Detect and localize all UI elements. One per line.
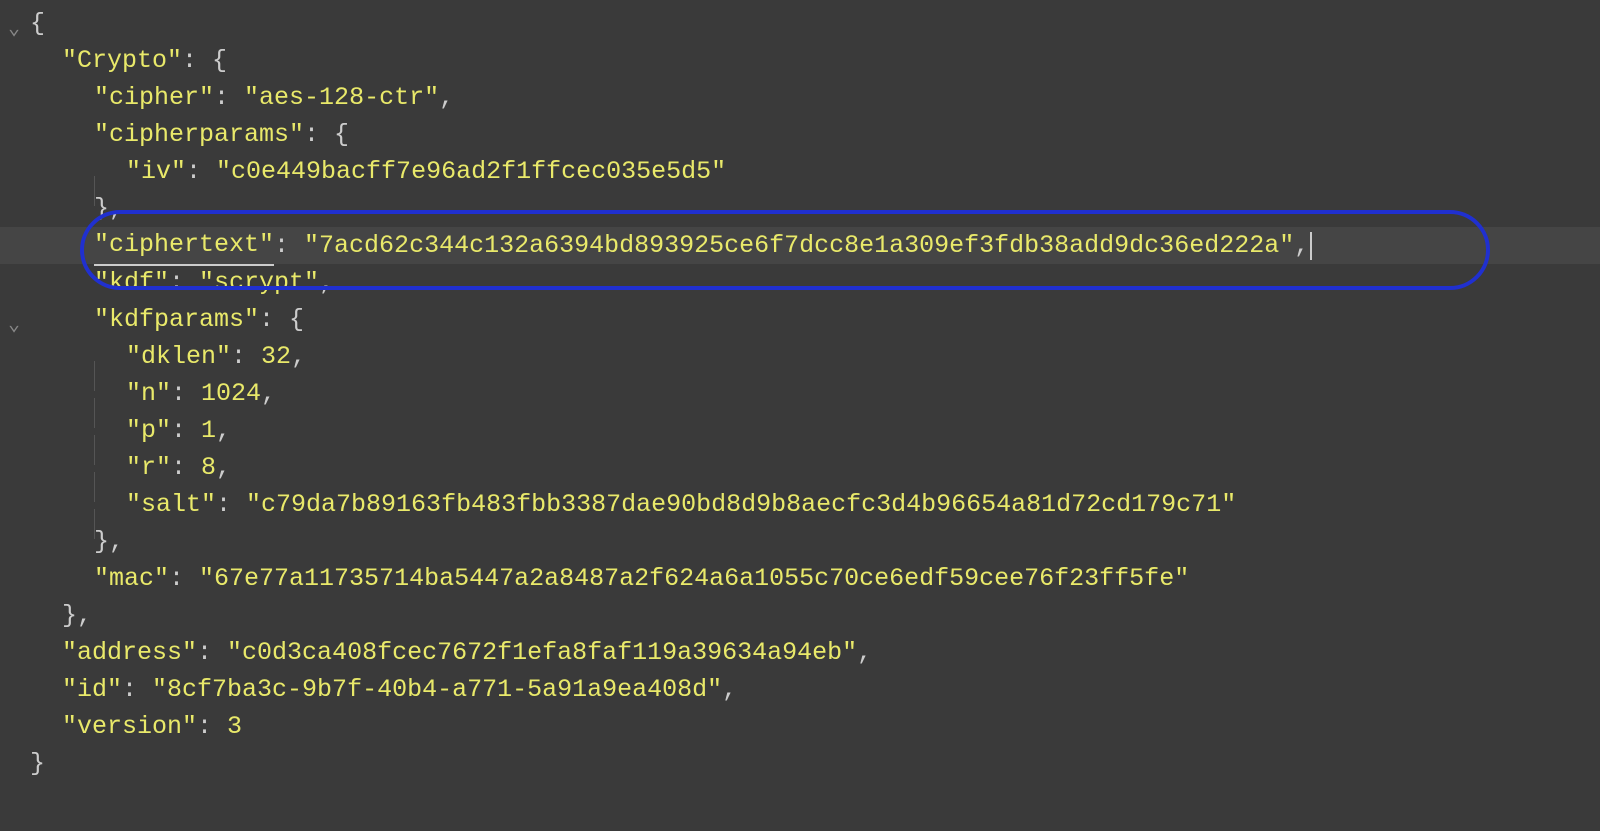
code-line[interactable]: "kdfparams": {: [0, 301, 1600, 338]
code-line[interactable]: "salt": "c79da7b89163fb483fbb3387dae90bd…: [0, 486, 1600, 523]
code-line[interactable]: {: [0, 5, 1600, 42]
json-punctuation: ,: [857, 634, 872, 671]
json-key: "version": [62, 708, 197, 745]
json-punctuation: {: [30, 5, 45, 42]
json-key: "salt": [126, 486, 216, 523]
json-punctuation: }: [30, 745, 45, 782]
code-line[interactable]: "ciphertext": "7acd62c344c132a6394bd8939…: [0, 227, 1600, 264]
json-punctuation: :: [171, 449, 201, 486]
code-line[interactable]: "address": "c0d3ca408fcec7672f1efa8faf11…: [0, 634, 1600, 671]
json-punctuation: :: [171, 412, 201, 449]
json-key: "address": [62, 634, 197, 671]
code-line[interactable]: },: [0, 190, 1600, 227]
chevron-down-icon[interactable]: ⌄: [8, 307, 20, 344]
json-key: "kdfparams": [94, 301, 259, 338]
json-string: "c0d3ca408fcec7672f1efa8faf119a39634a94e…: [227, 634, 857, 671]
json-punctuation: :: [169, 264, 199, 301]
json-punctuation: :: [274, 227, 304, 264]
json-string: "c0e449bacff7e96ad2f1ffcec035e5d5": [216, 153, 726, 190]
json-number: 1: [201, 412, 216, 449]
json-punctuation: :: [197, 708, 227, 745]
json-string: "c79da7b89163fb483fbb3387dae90bd8d9b8aec…: [246, 486, 1236, 523]
json-key: "ciphertext": [94, 226, 274, 266]
json-punctuation: :: [231, 338, 261, 375]
json-string: "7acd62c344c132a6394bd893925ce6f7dcc8e1a…: [304, 227, 1294, 264]
json-number: 32: [261, 338, 291, 375]
json-punctuation: :: [214, 79, 244, 116]
json-punctuation: },: [94, 190, 124, 227]
json-string: "67e77a11735714ba5447a2a8487a2f624a6a105…: [199, 560, 1189, 597]
code-line[interactable]: "iv": "c0e449bacff7e96ad2f1ffcec035e5d5": [0, 153, 1600, 190]
code-line[interactable]: "cipherparams": {: [0, 116, 1600, 153]
json-punctuation: ,: [439, 79, 454, 116]
json-key: "mac": [94, 560, 169, 597]
json-punctuation: ,: [722, 671, 737, 708]
json-string: "aes-128-ctr": [244, 79, 439, 116]
json-punctuation: : {: [182, 42, 227, 79]
json-key: "iv": [126, 153, 186, 190]
code-editor[interactable]: {"Crypto": {"cipher": "aes-128-ctr","cip…: [0, 0, 1600, 782]
code-line[interactable]: },: [0, 597, 1600, 634]
code-line[interactable]: "version": 3: [0, 708, 1600, 745]
json-punctuation: :: [122, 671, 152, 708]
code-line[interactable]: "p": 1,: [0, 412, 1600, 449]
json-punctuation: ,: [261, 375, 276, 412]
json-key: "r": [126, 449, 171, 486]
json-punctuation: },: [62, 597, 92, 634]
code-line[interactable]: "r": 8,: [0, 449, 1600, 486]
code-line[interactable]: "n": 1024,: [0, 375, 1600, 412]
json-punctuation: ,: [216, 449, 231, 486]
code-line[interactable]: }: [0, 745, 1600, 782]
json-key: "cipherparams": [94, 116, 304, 153]
code-line[interactable]: "id": "8cf7ba3c-9b7f-40b4-a771-5a91a9ea4…: [0, 671, 1600, 708]
code-line[interactable]: "mac": "67e77a11735714ba5447a2a8487a2f62…: [0, 560, 1600, 597]
code-line[interactable]: "Crypto": {: [0, 42, 1600, 79]
json-punctuation: ,: [291, 338, 306, 375]
json-key: "id": [62, 671, 122, 708]
json-key: "p": [126, 412, 171, 449]
chevron-down-icon[interactable]: ⌄: [8, 11, 20, 48]
json-number: 1024: [201, 375, 261, 412]
json-punctuation: : {: [259, 301, 304, 338]
json-punctuation: :: [171, 375, 201, 412]
json-key: "dklen": [126, 338, 231, 375]
json-key: "Crypto": [62, 42, 182, 79]
json-string: "scrypt": [199, 264, 319, 301]
code-line[interactable]: },: [0, 523, 1600, 560]
json-punctuation: ,: [216, 412, 231, 449]
json-punctuation: : {: [304, 116, 349, 153]
code-line[interactable]: "kdf": "scrypt",: [0, 264, 1600, 301]
json-punctuation: ,: [1294, 227, 1309, 264]
json-string: "8cf7ba3c-9b7f-40b4-a771-5a91a9ea408d": [152, 671, 722, 708]
json-key: "n": [126, 375, 171, 412]
code-line[interactable]: "cipher": "aes-128-ctr",: [0, 79, 1600, 116]
code-line[interactable]: "dklen": 32,: [0, 338, 1600, 375]
json-punctuation: :: [197, 634, 227, 671]
json-punctuation: },: [94, 523, 124, 560]
json-key: "kdf": [94, 264, 169, 301]
json-punctuation: :: [216, 486, 246, 523]
json-punctuation: :: [186, 153, 216, 190]
json-punctuation: ,: [319, 264, 334, 301]
json-punctuation: :: [169, 560, 199, 597]
json-key: "cipher": [94, 79, 214, 116]
json-number: 8: [201, 449, 216, 486]
json-number: 3: [227, 708, 242, 745]
text-cursor: [1310, 232, 1312, 260]
